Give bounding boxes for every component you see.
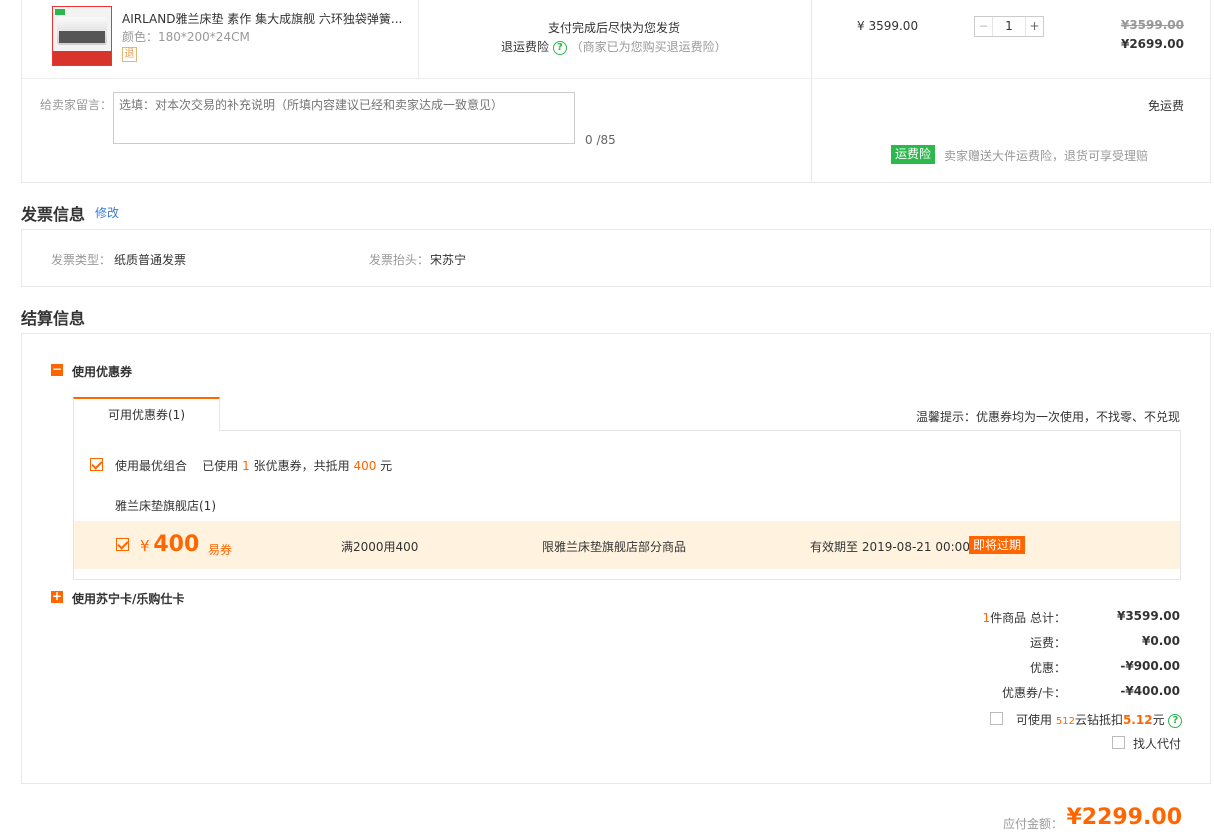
summary-items-text: 件商品 总计：: [990, 611, 1066, 625]
help-icon[interactable]: ?: [552, 40, 567, 55]
diamond-row: 可使用 512云钻抵扣5.12元 ?: [1016, 711, 1183, 728]
increase-button[interactable]: +: [1025, 17, 1043, 36]
divider-h1: [22, 78, 1210, 79]
coupon-scope: 限雅兰床垫旗舰店部分商品: [542, 540, 687, 554]
invoice-header-label: 发票抬头：: [369, 253, 430, 267]
payable-label: 应付金额：: [1003, 817, 1064, 831]
best-combo-unit: 元: [380, 459, 393, 473]
seller-message-count: 0 /85: [585, 133, 616, 147]
best-combo-used-mid: 张优惠券，共抵用: [253, 459, 350, 473]
summary-shipping-label: 运费：: [1029, 636, 1066, 650]
quantity-stepper[interactable]: − 1 +: [974, 16, 1044, 37]
coupon-value: ¥ 400: [140, 532, 199, 557]
quantity-value[interactable]: 1: [993, 17, 1025, 36]
tab-available-coupons[interactable]: 可用优惠券(1): [73, 397, 220, 431]
coupon-condition: 满2000用400: [341, 540, 419, 554]
settlement-title: 结算信息: [21, 309, 86, 328]
proxy-pay-checkbox[interactable]: [1112, 736, 1125, 749]
invoice-type-label: 发票类型：: [51, 253, 112, 267]
summary-discount-label: 优惠：: [1029, 661, 1066, 675]
seller-message-input[interactable]: [113, 92, 575, 144]
coupon-checkbox[interactable]: [116, 538, 129, 551]
summary-discount-value: -¥900.00: [1120, 659, 1180, 673]
unit-price: ¥ 3599.00: [857, 19, 919, 33]
best-combo-amount: 400: [353, 459, 377, 473]
best-combo-row: 使用最优组合 已使用 1 张优惠券，共抵用 400 元: [115, 457, 392, 474]
shipping-insurance-text: 卖家赠送大件运费险，退货可享受理赔: [944, 149, 1149, 163]
delivery-note: 支付完成后尽快为您发货: [548, 21, 681, 35]
insurance-label: 退运费险: [501, 40, 550, 54]
summary-shipping-value: ¥0.00: [1142, 634, 1180, 648]
coupon-amount: 400: [153, 532, 200, 557]
payable-value: ¥2299.00: [1066, 805, 1182, 830]
summary-coupon-value: -¥400.00: [1120, 684, 1180, 698]
invoice-type-value: 纸质普通发票: [114, 253, 187, 267]
summary-coupon-label: 优惠券/卡：: [1001, 686, 1066, 700]
best-combo-label: 使用最优组合: [115, 459, 188, 473]
invoice-edit-link[interactable]: 修改: [95, 204, 119, 221]
tab-available-coupons-label: 可用优惠券(1): [108, 408, 185, 422]
decrease-button[interactable]: −: [975, 17, 993, 36]
return-badge: 退: [122, 47, 137, 62]
store-name: 雅兰床垫旗舰店(1): [115, 499, 216, 513]
expiring-badge: 即将过期: [969, 536, 1026, 554]
shipping-fee: 免运费: [1147, 99, 1184, 113]
best-combo-used-count: 1: [242, 459, 250, 473]
best-combo-used-prefix: 已使用: [202, 459, 239, 473]
card-toggle-label[interactable]: 使用苏宁卡/乐购仕卡: [72, 590, 184, 607]
item-total: ¥2699.00: [1120, 37, 1184, 51]
original-total: ¥3599.00: [1120, 18, 1184, 32]
diamond-checkbox[interactable]: [990, 712, 1003, 725]
invoice-title: 发票信息: [21, 205, 86, 224]
divider-v1: [418, 0, 419, 78]
invoice-header-value: 宋苏宁: [430, 253, 467, 267]
summary-items-total: ¥3599.00: [1116, 609, 1180, 623]
best-combo-checkbox[interactable]: [90, 458, 103, 471]
proxy-pay-label[interactable]: 找人代付: [1133, 735, 1181, 752]
coupon-kind: 易券: [208, 543, 233, 557]
coupon-currency: ¥: [140, 537, 150, 555]
coupon-toggle-label[interactable]: 使用优惠券: [72, 363, 132, 380]
insurance-note: （商家已为您购买退运费险）: [570, 40, 727, 54]
product-spec: 颜色：180*200*24CM: [122, 30, 250, 44]
diamond-prefix: 可使用: [1016, 713, 1053, 727]
diamond-amount: 5.12: [1122, 713, 1153, 727]
diamond-count: 512: [1055, 716, 1075, 727]
coupon-tip: 温馨提示：优惠券均为一次使用，不找零、不兑现: [915, 410, 1180, 424]
seller-message-label: 给卖家留言：: [40, 98, 113, 112]
insurance-row: 退运费险 ? （商家已为您购买退运费险）: [501, 38, 727, 55]
diamond-unit: 元: [1152, 713, 1165, 727]
summary-items-label: 1件商品 总计：: [983, 609, 1066, 626]
expand-icon[interactable]: +: [51, 590, 63, 603]
product-name[interactable]: AIRLAND雅兰床垫 素作 集大成旗舰 六环独袋弹簧...: [122, 10, 407, 27]
diamond-mid: 云钻抵扣: [1074, 713, 1123, 727]
invoice-box: [21, 229, 1211, 287]
product-thumbnail[interactable]: [52, 6, 112, 66]
diamond-help-icon[interactable]: ?: [1168, 713, 1183, 728]
divider-v2: [811, 0, 812, 183]
shipping-insurance-badge: 运费险: [891, 145, 936, 164]
coupon-validity: 有效期至 2019-08-21 00:00: [810, 540, 970, 554]
collapse-icon[interactable]: −: [51, 363, 63, 376]
